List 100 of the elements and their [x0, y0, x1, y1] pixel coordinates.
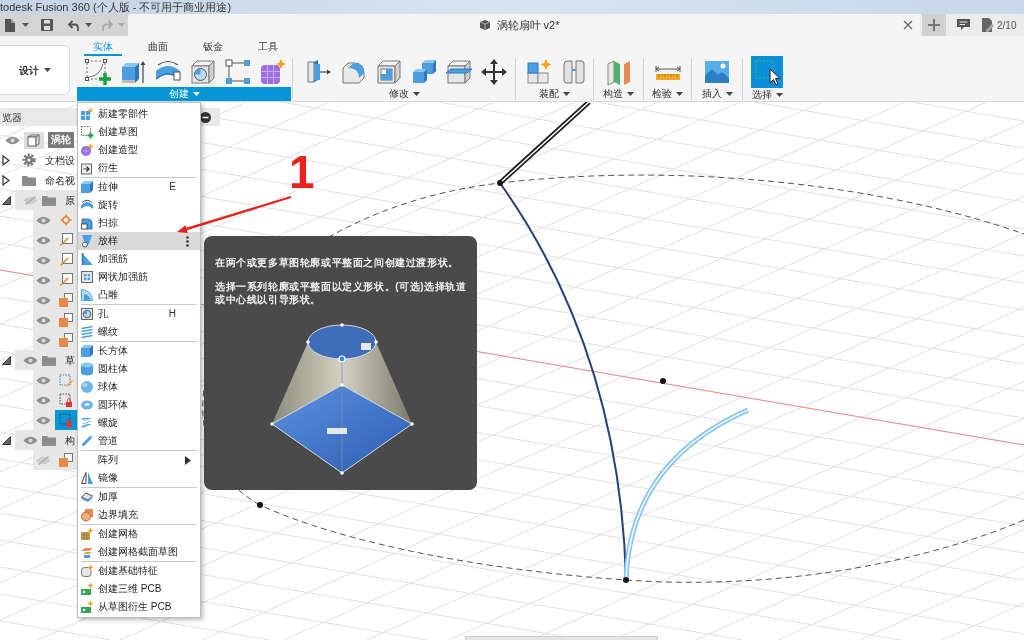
eye-icon[interactable]	[36, 415, 51, 425]
tree-item[interactable]: 原	[15, 190, 77, 210]
menu-item[interactable]: 创建三维 PCB	[78, 580, 200, 598]
eye-icon[interactable]	[5, 135, 20, 145]
ribbon-tab[interactable]: 曲面	[139, 39, 177, 56]
eye-icon[interactable]	[23, 435, 38, 445]
document-tab[interactable]: 涡轮扇叶 v2*	[128, 14, 920, 36]
sketch-plus-icon[interactable]	[84, 57, 112, 86]
caret-right-icon[interactable]	[2, 174, 10, 186]
linked-squares-icon[interactable]	[224, 57, 252, 86]
tree-item[interactable]	[33, 410, 77, 430]
save-button[interactable]	[41, 19, 53, 31]
caret-down-icon[interactable]	[2, 435, 11, 445]
menu-item[interactable]: 边界填充	[78, 506, 200, 524]
undo-button[interactable]	[68, 19, 92, 31]
jobs-button[interactable]: 2/10	[982, 17, 1017, 33]
menu-item[interactable]: 长方体	[78, 342, 200, 360]
group-menu-button[interactable]: 修改	[294, 87, 514, 101]
menu-item[interactable]: 放样	[78, 232, 200, 250]
menu-item[interactable]: 旋转	[78, 196, 200, 214]
menu-item[interactable]: 创建草图	[78, 123, 200, 141]
menu-item[interactable]: 加厚	[78, 488, 200, 506]
slab-icon	[80, 490, 94, 504]
eye-icon[interactable]	[36, 375, 51, 385]
slab-arrow-icon[interactable]	[305, 57, 333, 86]
eye-icon[interactable]	[36, 315, 51, 325]
hollow-cube-icon[interactable]	[375, 57, 403, 86]
menu-item[interactable]: 圆环体	[78, 396, 200, 414]
overlapping-cubes-icon[interactable]	[410, 57, 438, 86]
panels-icon[interactable]	[604, 57, 633, 86]
selection-cursor-icon[interactable]	[751, 56, 783, 88]
cube-icon	[80, 180, 94, 194]
more-icon[interactable]	[186, 235, 189, 247]
menu-item[interactable]: 衍生	[78, 159, 200, 177]
tree-item[interactable]	[33, 390, 77, 410]
tree-item[interactable]: 命名视	[14, 170, 77, 190]
menu-item[interactable]: 新建零部件	[78, 105, 200, 123]
panel-title: 览器	[2, 110, 22, 125]
hinge-icon[interactable]	[560, 57, 588, 86]
cubes-star-icon[interactable]	[525, 57, 553, 86]
menu-item[interactable]: 创建网格截面草图	[78, 543, 200, 561]
group-menu-button[interactable]: 构造	[595, 87, 642, 101]
menu-item[interactable]: 圆柱体	[78, 360, 200, 378]
tree-item[interactable]: 涡轮	[0, 130, 77, 150]
menu-item[interactable]: 凸雕	[78, 286, 200, 304]
board-star-icon	[80, 600, 94, 614]
group-menu-button[interactable]: 选择	[744, 88, 790, 102]
move-icon[interactable]	[480, 57, 508, 86]
menu-item[interactable]: 创建网格	[78, 525, 200, 543]
grid-cube-star-icon	[80, 107, 94, 121]
tree-item[interactable]: 草	[15, 350, 77, 370]
menu-item[interactable]: 扫掠	[78, 214, 200, 232]
split-block-icon[interactable]	[445, 57, 473, 86]
menu-item[interactable]: 球体	[78, 378, 200, 396]
menu-item[interactable]: 从草图衍生 PCB	[78, 598, 200, 616]
eye-icon[interactable]	[23, 355, 38, 365]
menu-item[interactable]: 阵列	[78, 451, 200, 469]
tree-item[interactable]: 构	[15, 430, 77, 450]
plane-icon	[59, 293, 73, 307]
menu-item[interactable]: 孔 H	[78, 305, 200, 323]
menu-item[interactable]: 镜像	[78, 469, 200, 487]
save-icon	[41, 19, 53, 31]
rounded-cube-star-icon[interactable]	[259, 57, 287, 86]
menu-item[interactable]: 创建造型	[78, 141, 200, 159]
workspace-button[interactable]: 设计	[0, 45, 70, 95]
caret-down-icon[interactable]	[2, 355, 11, 365]
file-menu-button[interactable]	[5, 18, 29, 32]
caret-down-icon	[676, 92, 683, 96]
tree-item[interactable]: 文档设	[14, 150, 77, 170]
group-menu-button[interactable]: 检验	[645, 87, 690, 101]
ribbon-tab[interactable]: 工具	[249, 39, 287, 56]
caret-down-icon[interactable]	[2, 195, 11, 205]
menu-item[interactable]: 加强筋	[78, 250, 200, 268]
window-title: todesk Fusion 360 (个人版 - 不可用于商业用途)	[0, 0, 232, 14]
box-hole-icon[interactable]	[189, 57, 217, 86]
speech-bubble-icon	[957, 19, 970, 31]
menu-item[interactable]: 创建基础特征	[78, 562, 200, 580]
new-tab-button[interactable]	[922, 14, 946, 36]
eye-icon[interactable]	[36, 255, 51, 265]
close-button[interactable]	[903, 20, 913, 30]
menu-item[interactable]: 网状加强筋	[78, 268, 200, 286]
eye-icon[interactable]	[36, 275, 51, 285]
tree-item[interactable]	[33, 450, 77, 470]
caret-right-icon[interactable]	[2, 154, 10, 166]
group-menu-button[interactable]: 插入	[693, 87, 741, 101]
sphere-icon	[80, 380, 94, 394]
menu-item[interactable]: 螺旋	[78, 414, 200, 432]
hole-square-icon	[80, 307, 94, 321]
comments-button[interactable]	[957, 19, 970, 31]
eye-icon[interactable]	[36, 295, 51, 305]
menu-item[interactable]: 拉伸 E	[78, 178, 200, 196]
eye-icon[interactable]	[36, 215, 51, 225]
menu-item[interactable]: 管道	[78, 432, 200, 450]
overlap-shapes-icon	[80, 508, 94, 522]
eye-icon[interactable]	[36, 335, 51, 345]
group-menu-button[interactable]: 装配	[517, 87, 592, 101]
eye-icon[interactable]	[36, 395, 51, 405]
ribbon-tab[interactable]: 钣金	[194, 39, 232, 56]
menu-item[interactable]: 螺纹	[78, 323, 200, 341]
eye-icon[interactable]	[36, 235, 51, 245]
